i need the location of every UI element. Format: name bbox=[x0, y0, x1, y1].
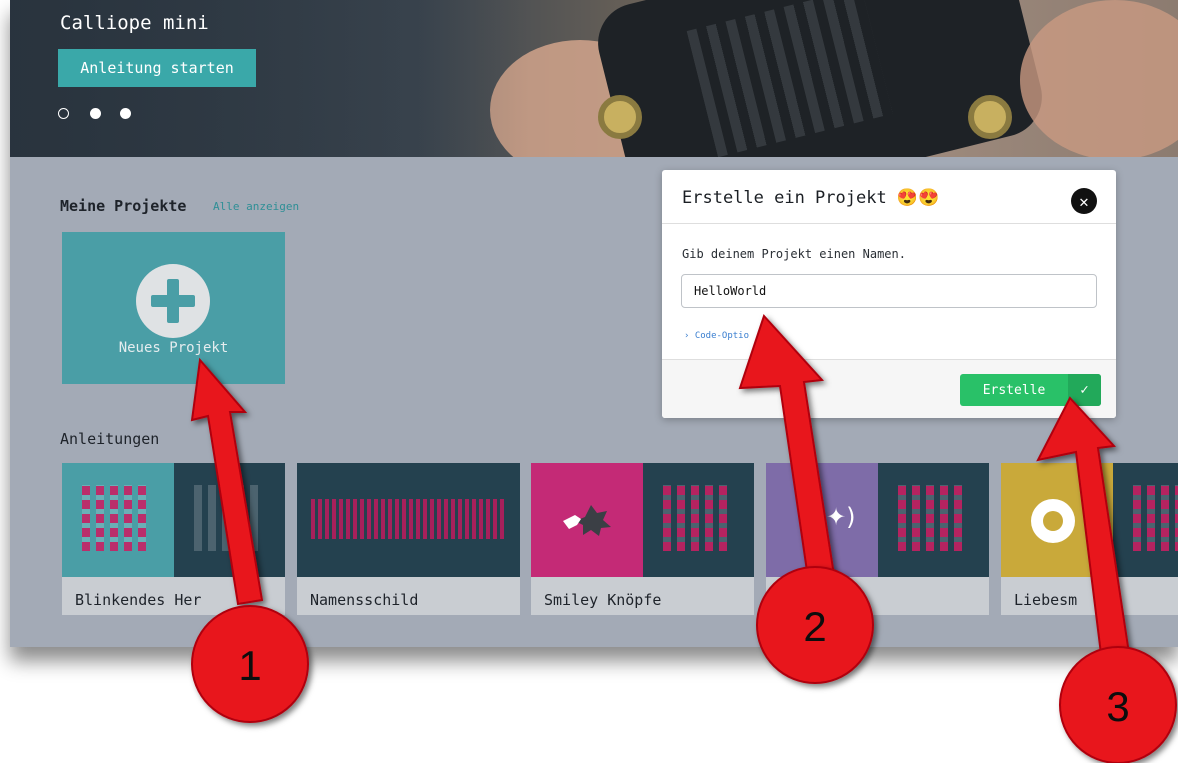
carousel-dot[interactable] bbox=[120, 108, 131, 119]
create-button-label: Erstelle bbox=[982, 382, 1046, 398]
tutorial-card-smiley-buttons[interactable]: Smiley Knöpfe bbox=[531, 463, 754, 615]
new-project-card[interactable]: Neues Projekt bbox=[62, 232, 285, 384]
my-projects-title: Meine Projekte bbox=[60, 197, 187, 215]
start-tutorial-button[interactable]: Anleitung starten bbox=[58, 49, 256, 87]
tutorial-card-label: Smiley Knöpfe bbox=[544, 591, 662, 609]
tutorial-card-name-tag[interactable]: Namensschild bbox=[297, 463, 520, 615]
check-icon: ✓ bbox=[1068, 374, 1101, 406]
svg-text:1: 1 bbox=[238, 642, 261, 689]
new-project-label: Neues Projekt bbox=[118, 340, 229, 356]
sound-icon: ✦) bbox=[826, 503, 856, 531]
hero-title: Calliope mini bbox=[60, 12, 209, 34]
create-button[interactable]: Erstelle ✓ bbox=[960, 374, 1101, 406]
hero-banner: Calliope mini Anleitung starten bbox=[10, 0, 1178, 157]
annotation-marker-3: 3 bbox=[1059, 646, 1177, 763]
code-options-link[interactable]: › Code-Optio bbox=[684, 331, 749, 341]
project-name-input[interactable] bbox=[681, 274, 1097, 308]
carousel-dot[interactable] bbox=[90, 108, 101, 119]
tutorial-card-blink-heart[interactable]: Blinkendes Her bbox=[62, 463, 285, 615]
hero-image-ring bbox=[598, 95, 642, 139]
create-project-dialog: Erstelle ein Projekt 😍😍 ✕ Gib deinem Pro… bbox=[662, 170, 1116, 418]
dialog-title: Erstelle ein Projekt 😍😍 bbox=[682, 188, 940, 208]
tutorial-card-love-meter[interactable]: Liebesm bbox=[1001, 463, 1178, 615]
close-icon[interactable]: ✕ bbox=[1071, 188, 1097, 214]
meter-icon bbox=[1031, 499, 1075, 543]
hero-image-ring bbox=[968, 95, 1012, 139]
hero-image-hand bbox=[1020, 0, 1178, 157]
tutorial-card-sound[interactable]: ✦) bbox=[766, 463, 989, 615]
tutorial-card-label: Blinkendes Her bbox=[75, 591, 202, 609]
plus-icon bbox=[136, 264, 210, 338]
tutorials-title: Anleitungen bbox=[60, 430, 160, 448]
svg-text:3: 3 bbox=[1106, 683, 1129, 730]
tutorial-card-label: Namensschild bbox=[310, 591, 419, 609]
dialog-prompt: Gib deinem Projekt einen Namen. bbox=[682, 247, 906, 261]
carousel-dot[interactable] bbox=[58, 108, 69, 119]
show-all-link[interactable]: Alle anzeigen bbox=[213, 200, 299, 213]
hand-press-icon bbox=[561, 503, 613, 537]
tutorial-card-label: Liebesm bbox=[1014, 591, 1078, 609]
